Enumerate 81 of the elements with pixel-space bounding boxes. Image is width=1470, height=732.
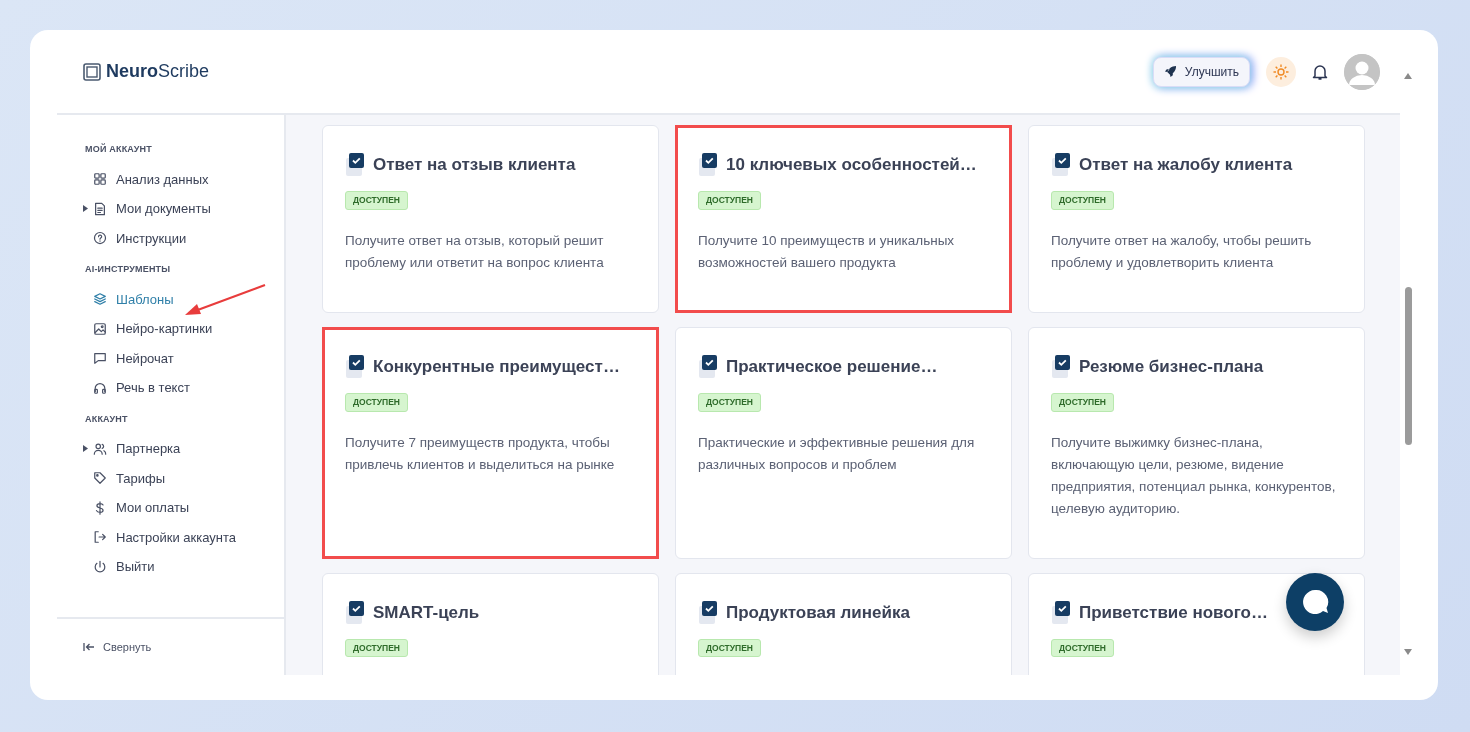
card-title: 10 ключевых особенностей… [726, 154, 977, 177]
template-card[interactable]: Практическое решение… ДОСТУПЕН Практические и эффективные решения для различных вопросов и проблем [675, 326, 1012, 559]
theme-toggle[interactable] [1266, 56, 1296, 87]
collapse-icon [83, 642, 95, 652]
status-label: ДОСТУПЕН [698, 191, 761, 210]
status-label: ДОСТУПЕН [1051, 191, 1114, 210]
card-title: Продуктовая линейка [726, 601, 910, 624]
collapse-button[interactable]: Свернуть [77, 637, 158, 657]
caret-icon[interactable] [83, 445, 88, 452]
checklist-icon [345, 353, 367, 380]
checklist-icon [1051, 599, 1073, 626]
section-heading: АККАУНТ [85, 412, 129, 426]
card-title: Ответ на жалобу клиента [1079, 154, 1293, 177]
template-card[interactable]: Резюме бизнес-плана ДОСТУПЕН Получите выжимку бизнес-плана, включающую цели, резюме, видение предприятия, потенциал рынка, конкурентов, целевую аудиторию. [1028, 326, 1365, 559]
card-title: Ответ на отзыв клиента [373, 154, 576, 177]
template-card[interactable]: Конкурентные преимущест… ДОСТУПЕН Получите 7 преимуществ продукта, чтобы привлечь клиентов и выделиться на рынке [322, 326, 659, 559]
rocket-icon [1163, 65, 1177, 78]
template-card[interactable]: Ответ на отзыв клиента ДОСТУПЕН Получите ответ на отзыв, который решит проблему или ответит на вопрос клиента [322, 125, 659, 313]
logo-text[interactable]: NeuroScribe [106, 58, 210, 85]
sidebar-item[interactable]: Мои оплаты [85, 493, 284, 523]
status-label: ДОСТУПЕН [345, 191, 408, 210]
sidebar-item[interactable]: Речь в текст [85, 373, 284, 403]
chat-icon [1300, 587, 1330, 617]
sidebar-item[interactable]: Мои документы [85, 194, 284, 224]
checklist-icon [1051, 353, 1073, 380]
exit-icon [93, 530, 107, 545]
checklist-icon [1051, 152, 1073, 178]
sidebar-item[interactable]: Нейро-картинки [85, 314, 284, 344]
section-heading: МОЙ АККАУНТ [85, 143, 153, 156]
status-label: ДОСТУПЕН [1051, 638, 1114, 658]
sun-icon [1273, 63, 1289, 80]
card-description: Получите ответ на отзыв, который решит проблему или ответит на вопрос клиента [345, 231, 605, 272]
document-icon [93, 201, 107, 216]
card-title: Приветствие нового… [1079, 601, 1268, 624]
card-description: Получите 10 преимуществ и уникальных возможностей вашего продукта [698, 231, 956, 272]
sidebar-item[interactable]: Шаблоны [85, 284, 284, 314]
logo-icon [83, 62, 101, 81]
status-label: ДОСТУПЕН [345, 392, 408, 412]
headphones-icon [93, 380, 107, 395]
bell-icon[interactable] [1312, 62, 1328, 81]
card-description: Получите выжимку бизнес-плана, включающую цели, резюме, видение предприятия, потенциал рынка, конкурентов, целевую аудиторию. [1051, 433, 1337, 518]
status-label: ДОСТУПЕН [345, 638, 408, 658]
template-card[interactable]: 10 ключевых особенностей… ДОСТУПЕН Получите 10 преимуществ и уникальных возможностей вашего продукта [675, 125, 1012, 313]
sidebar-item[interactable]: Нейрочат [85, 343, 284, 373]
sidebar-item[interactable]: Инструкции [85, 223, 284, 253]
sidebar-item[interactable]: Настройки аккаунта [85, 522, 284, 552]
speech-bubble-icon [93, 351, 107, 366]
users-icon [93, 441, 107, 456]
status-label: ДОСТУПЕН [1051, 392, 1114, 412]
power-icon [93, 559, 107, 574]
checklist-icon [698, 152, 720, 178]
checklist-icon [698, 353, 720, 380]
template-card[interactable]: Продуктовая линейка ДОСТУПЕН [675, 572, 1012, 675]
card-description: Получите 7 преимуществ продукта, чтобы привлечь клиентов и выделиться на рынке [345, 433, 616, 474]
upgrade-button[interactable]: Улучшить [1152, 56, 1250, 87]
checklist-icon [345, 599, 367, 626]
tag-icon [93, 471, 107, 486]
checklist-icon [698, 599, 720, 626]
question-icon [93, 231, 107, 246]
card-title: Практическое решение… [726, 356, 938, 378]
sidebar-item[interactable]: Партнерка [85, 434, 284, 464]
status-label: ДОСТУПЕН [698, 392, 761, 412]
status-label: ДОСТУПЕН [698, 638, 761, 658]
card-title: Конкурентные преимущест… [373, 356, 620, 378]
sidebar-item[interactable]: Выйти [85, 552, 284, 582]
template-card[interactable]: Ответ на жалобу клиента ДОСТУПЕН Получите ответ на жалобу, чтобы решить проблему и удовлетворить клиента [1028, 125, 1365, 313]
card-title: Резюме бизнес-плана [1079, 356, 1264, 378]
image-icon [93, 321, 107, 336]
card-description: Практические и эффективные решения для различных вопросов и проблем [698, 433, 976, 474]
grid-icon [93, 172, 107, 187]
dollar-icon [93, 500, 107, 515]
template-card[interactable]: Приветствие нового… ДОСТУПЕН [1028, 572, 1365, 675]
checklist-icon [345, 152, 367, 178]
template-card[interactable]: SMART-цель ДОСТУПЕН [322, 572, 659, 675]
caret-icon[interactable] [83, 205, 88, 212]
sidebar-item[interactable]: Анализ данных [85, 164, 284, 194]
card-description: Получите ответ на жалобу, чтобы решить проблему и удовлетворить клиента [1051, 231, 1313, 272]
layers-icon [93, 292, 107, 307]
card-title: SMART-цель [373, 601, 480, 624]
section-heading: AI-ИНСТРУМЕНТЫ [85, 263, 172, 276]
sidebar-item[interactable]: Тарифы [85, 463, 284, 493]
